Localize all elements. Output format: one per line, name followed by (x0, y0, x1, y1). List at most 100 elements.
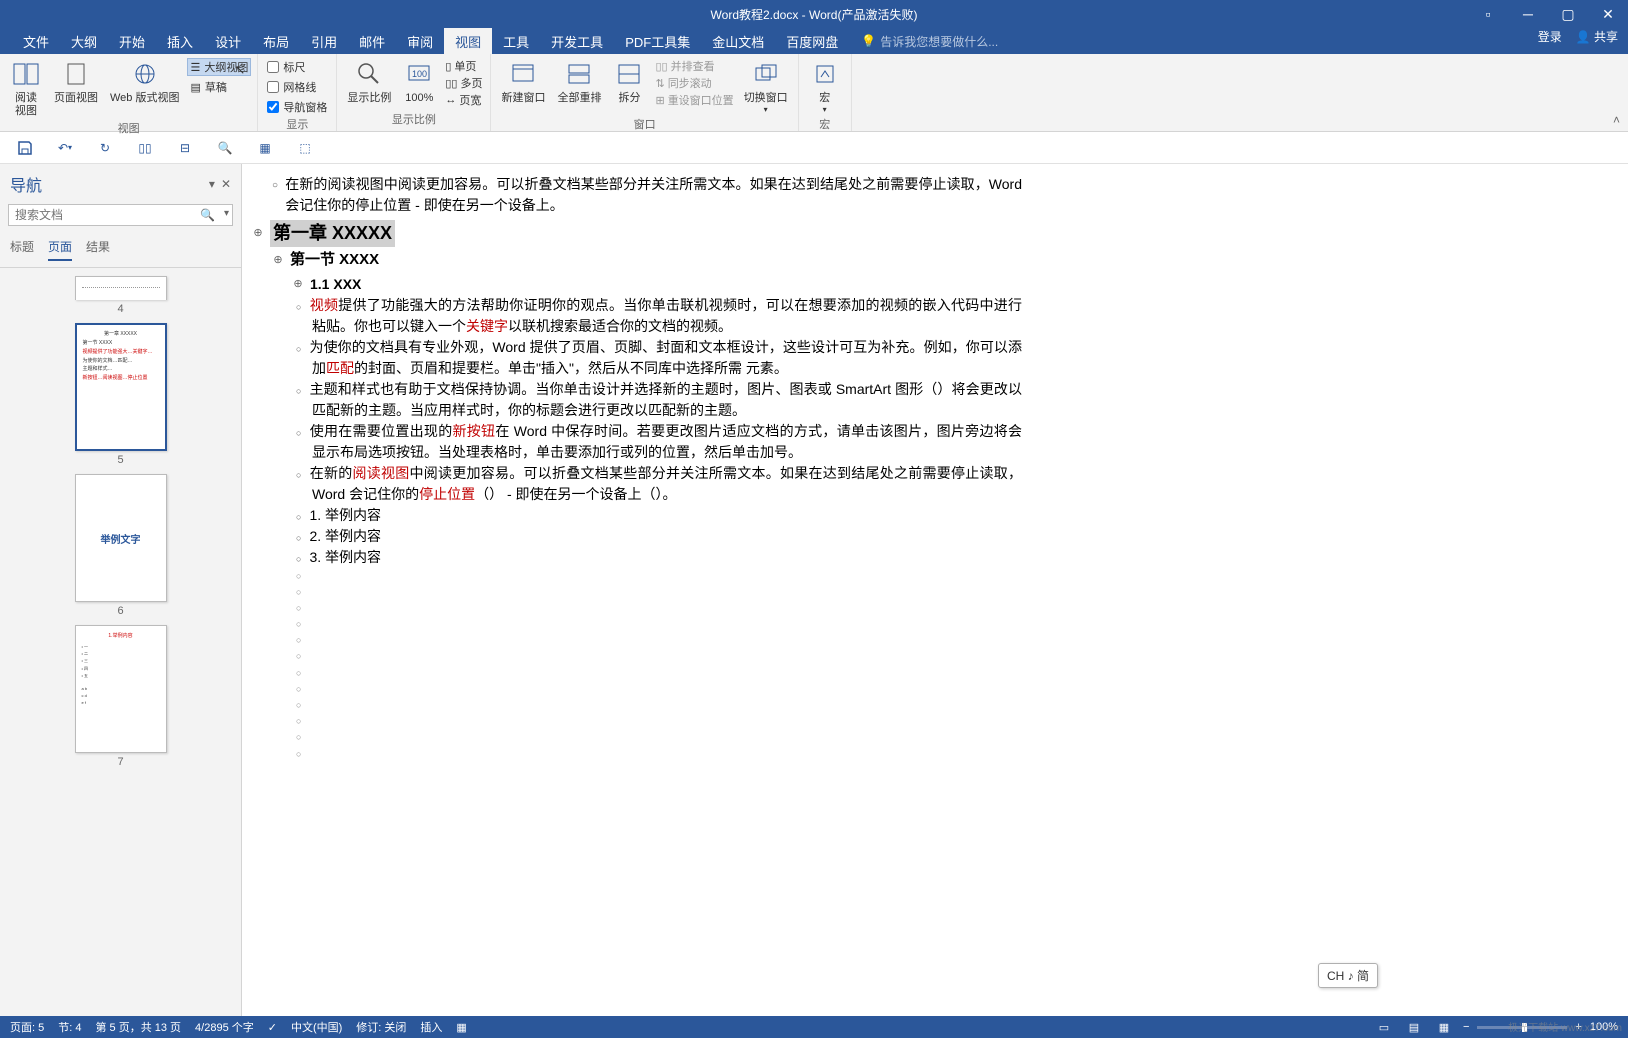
thumb-page-5[interactable]: 第一章 XXXXX 第一节 XXXX 视频提供了功能强大…关键字… 为使你的文档… (75, 323, 167, 466)
search-dropdown-icon[interactable]: ▾ (224, 208, 229, 219)
tab-pdf[interactable]: PDF工具集 (614, 28, 701, 54)
book-icon (10, 58, 42, 90)
outline-view-button[interactable]: ☰ 大纲视图 ↖ (187, 58, 251, 76)
page-icon (60, 58, 92, 90)
tab-layout[interactable]: 布局 (252, 28, 300, 54)
zoom-slider[interactable] (1477, 1026, 1567, 1029)
zoom-button[interactable]: 显示比例 (343, 56, 395, 107)
search-icon[interactable]: 🔍 (200, 208, 215, 222)
zoom-in-icon[interactable]: + (1575, 1021, 1581, 1033)
tab-file[interactable]: 文件 (12, 28, 60, 54)
status-language[interactable]: 中文(中国) (291, 1019, 342, 1035)
nav-thumbnails: 4 第一章 XXXXX 第一节 XXXX 视频提供了功能强大…关键字… 为使你的… (0, 268, 241, 1016)
reset-window-button: ⊞重设窗口位置 (653, 92, 735, 108)
tab-view[interactable]: 视图 (444, 28, 492, 54)
tab-references[interactable]: 引用 (300, 28, 348, 54)
heading-3: 1.1 XXX (310, 274, 361, 295)
page-view-button[interactable]: 页面视图 (50, 56, 102, 107)
ribbon-group-window: 新建窗口 全部重排 拆分 ▯▯并排查看 ⇅同步滚动 ⊞重设窗口位置 切换窗口 ▾… (491, 54, 798, 131)
zoom-100-button[interactable]: 100 100% (399, 56, 439, 107)
print-layout-icon[interactable]: ▤ (1403, 1019, 1425, 1035)
percent-icon: 100 (403, 58, 435, 90)
object-icon[interactable]: ⬚ (294, 137, 316, 159)
share-button[interactable]: 👤 共享 (1576, 28, 1618, 45)
ruler-checkbox[interactable]: 标尺 (264, 58, 330, 76)
tab-kingsoft[interactable]: 金山文档 (701, 28, 775, 54)
single-page-button[interactable]: ▯单页 (443, 58, 484, 74)
status-words[interactable]: 4/2895 个字 (195, 1019, 254, 1035)
status-page-of[interactable]: 第 5 页，共 13 页 (95, 1019, 181, 1035)
split-button[interactable]: 拆分 (609, 56, 649, 107)
close-icon[interactable]: ✕ (1588, 0, 1628, 28)
status-record-icon[interactable]: ▦ (456, 1021, 466, 1034)
nav-tab-results[interactable]: 结果 (86, 238, 110, 261)
read-mode-icon[interactable]: ▭ (1373, 1019, 1395, 1035)
ribbon-group-zoom: 显示比例 100 100% ▯单页 ▯▯多页 ↔页宽 显示比例 (337, 54, 491, 131)
arrange-all-button[interactable]: 全部重排 (553, 56, 605, 107)
switch-window-button[interactable]: 切换窗口 ▾ (740, 56, 792, 116)
zoom-level[interactable]: 100% (1590, 1021, 1618, 1033)
nav-close-icon[interactable]: ✕ (221, 177, 231, 191)
columns-icon[interactable]: ▯▯ (134, 137, 156, 159)
status-spellcheck-icon[interactable]: ✓ (268, 1021, 277, 1034)
status-insert[interactable]: 插入 (420, 1019, 442, 1035)
zoom-out-icon[interactable]: − (1463, 1021, 1469, 1033)
page-preview-icon[interactable]: 🔍 (214, 137, 236, 159)
window-controls: ▫ ─ ▢ ✕ (1468, 0, 1628, 28)
reading-view-button[interactable]: 阅读 视图 (6, 56, 46, 120)
redo-icon[interactable]: ↻ (94, 137, 116, 159)
outline-icon: ☰ (190, 61, 200, 74)
tab-mailings[interactable]: 邮件 (348, 28, 396, 54)
collapse-icon[interactable]: ⊕ (292, 278, 304, 290)
macro-button[interactable]: 宏 ▾ (805, 56, 845, 116)
insert-chart-icon[interactable]: ▦ (254, 137, 276, 159)
tab-outline[interactable]: 大纲 (60, 28, 108, 54)
tell-me-search[interactable]: 💡 告诉我您想要做什么... (861, 28, 998, 54)
magnifier-icon (353, 58, 385, 90)
document-area[interactable]: ○在新的阅读视图中阅读更加容易。可以折叠文档某些部分并关注所需文本。如果在达到结… (242, 164, 1628, 1016)
tab-tools[interactable]: 工具 (492, 28, 540, 54)
tab-design[interactable]: 设计 (204, 28, 252, 54)
rows-icon[interactable]: ⊟ (174, 137, 196, 159)
nav-options-icon[interactable]: ▾ (209, 177, 215, 191)
nav-tab-headings[interactable]: 标题 (10, 238, 34, 261)
web-layout-icon[interactable]: ▦ (1433, 1019, 1455, 1035)
collapse-icon[interactable]: ⊕ (252, 228, 264, 240)
login-link[interactable]: 登录 (1538, 28, 1562, 45)
heading-2: 第一节 XXXX (290, 249, 379, 272)
tab-review[interactable]: 审阅 (396, 28, 444, 54)
status-bar: 页面: 5 节: 4 第 5 页，共 13 页 4/2895 个字 ✓ 中文(中… (0, 1016, 1628, 1038)
minimize-icon[interactable]: ─ (1508, 0, 1548, 28)
navpane-checkbox[interactable]: 导航窗格 (264, 98, 330, 116)
collapse-ribbon-icon[interactable]: ˄ (1613, 113, 1620, 127)
new-window-button[interactable]: 新建窗口 (497, 56, 549, 107)
tab-developer[interactable]: 开发工具 (540, 28, 614, 54)
status-section[interactable]: 节: 4 (58, 1019, 81, 1035)
side-by-side-button: ▯▯并排查看 (653, 58, 735, 74)
nav-tab-pages[interactable]: 页面 (48, 238, 72, 261)
multi-page-button[interactable]: ▯▯多页 (443, 75, 484, 91)
multi-page-icon: ▯▯ (445, 77, 457, 90)
ime-indicator[interactable]: CH ♪ 简 (1318, 963, 1378, 988)
status-page[interactable]: 页面: 5 (10, 1019, 44, 1035)
thumb-page-7[interactable]: 1.举例内容 • 一• 二• 三• 四• 五 a bc de f 7 (75, 625, 167, 768)
window-title: Word教程2.docx - Word(产品激活失败) (711, 6, 918, 23)
gridlines-checkbox[interactable]: 网格线 (264, 78, 330, 96)
page-width-icon: ↔ (445, 94, 456, 106)
collapse-icon[interactable]: ⊕ (272, 254, 284, 266)
draft-view-button[interactable]: ▤ 草稿 (187, 78, 251, 96)
tab-insert[interactable]: 插入 (156, 28, 204, 54)
web-view-button[interactable]: Web 版式视图 (106, 56, 183, 107)
page-width-button[interactable]: ↔页宽 (443, 92, 484, 108)
undo-icon[interactable]: ↶▾ (54, 137, 76, 159)
maximize-icon[interactable]: ▢ (1548, 0, 1588, 28)
status-track[interactable]: 修订: 关闭 (356, 1019, 406, 1035)
chevron-down-icon: ▾ (823, 105, 827, 114)
tab-baidu[interactable]: 百度网盘 (775, 28, 849, 54)
save-icon[interactable] (14, 137, 36, 159)
thumb-page-4[interactable]: 4 (75, 276, 167, 315)
thumb-page-6[interactable]: 举例文字 6 (75, 474, 167, 617)
ribbon-group-macro: 宏 ▾ 宏 (799, 54, 852, 131)
tab-home[interactable]: 开始 (108, 28, 156, 54)
ribbon-options-icon[interactable]: ▫ (1468, 0, 1508, 28)
